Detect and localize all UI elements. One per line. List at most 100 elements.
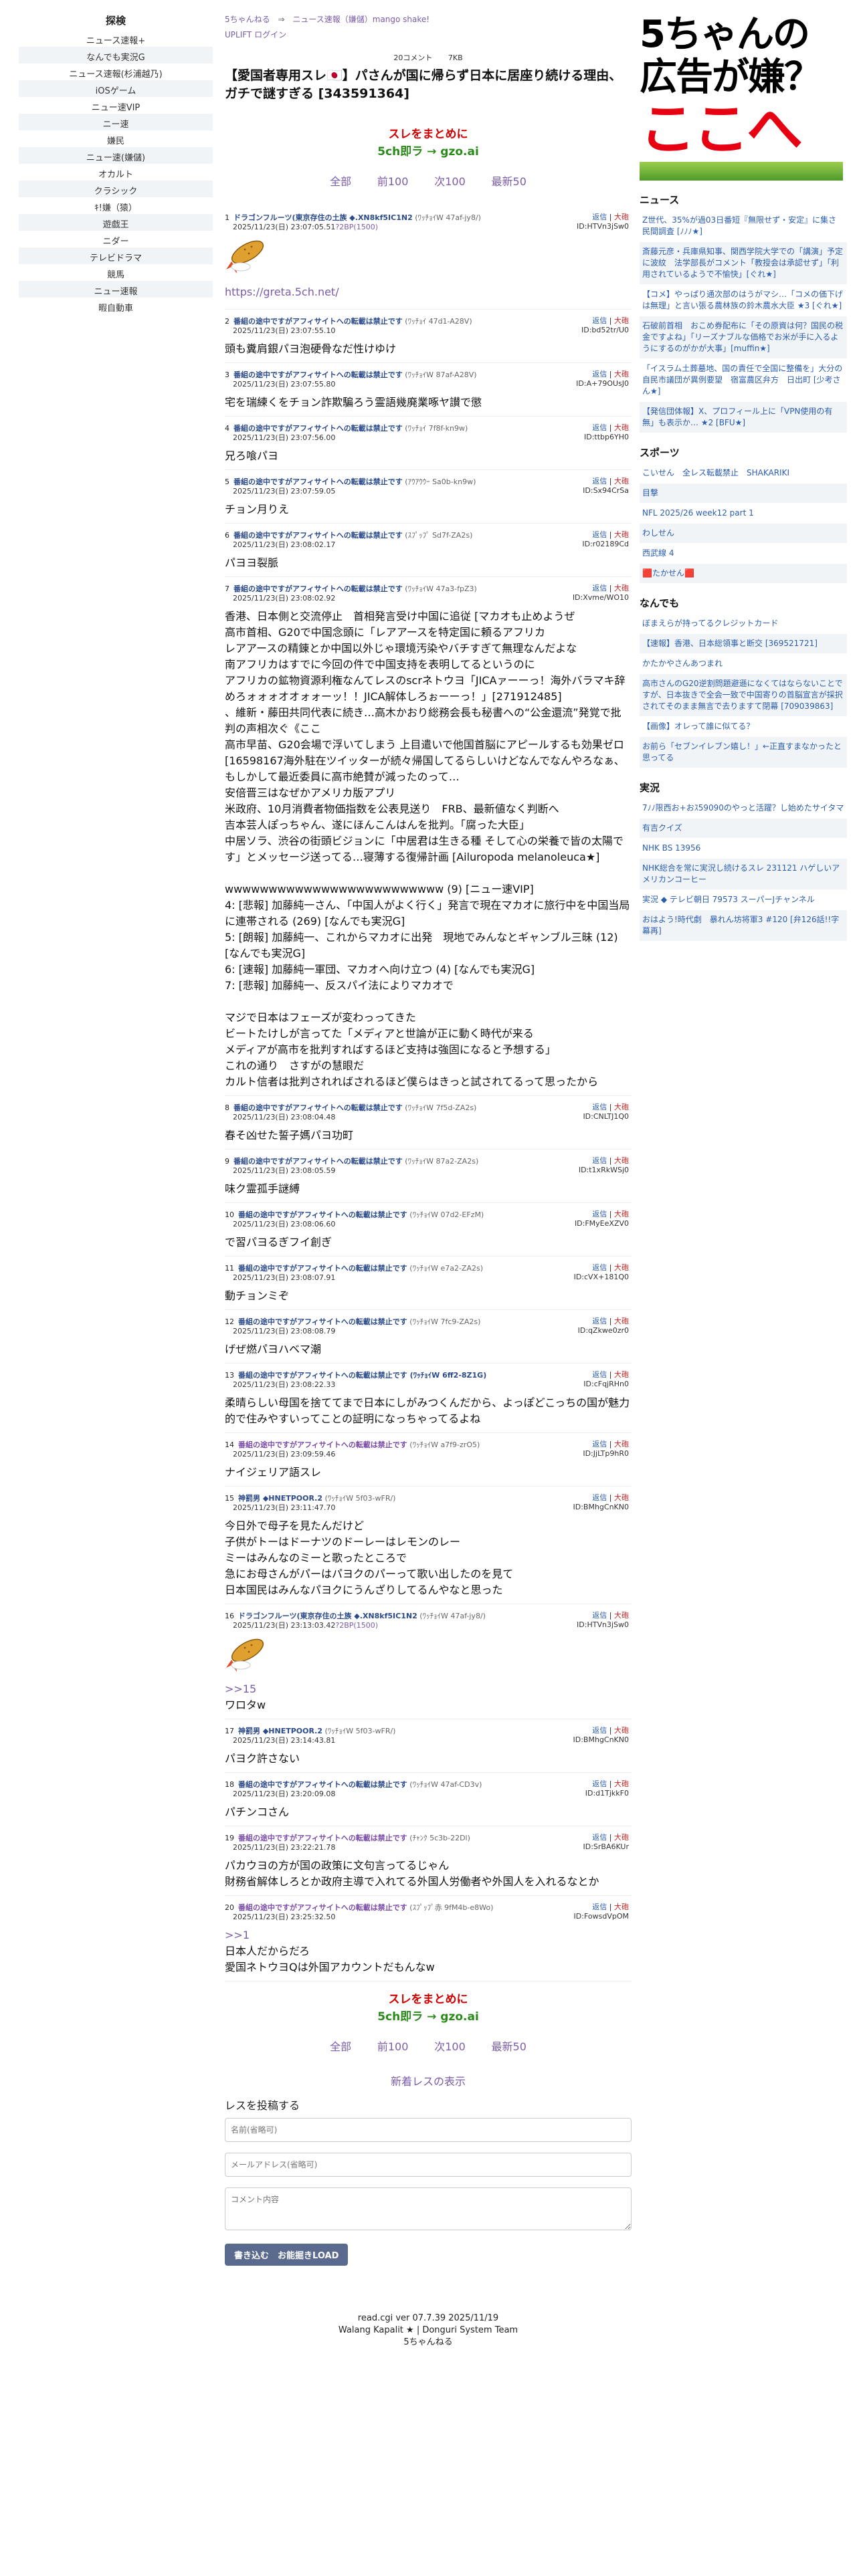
promo-banner-bottom[interactable]: スレをまとめに 5ch即ラ → gzo.ai xyxy=(225,1991,632,2026)
post-number[interactable]: 13 xyxy=(225,1371,234,1380)
post-id[interactable]: ID:cFqjRHn0 xyxy=(583,1380,629,1389)
live-item[interactable]: 有吉クイズ xyxy=(640,819,847,839)
ad-banner[interactable]: 5ちゃんの 広告が嫌？ ここへ xyxy=(640,13,843,181)
live-item[interactable]: おはよう!時代劇 暴れん坊将軍3 #120 [弁126話!!字幕再] xyxy=(640,910,847,942)
big-link[interactable]: 大砲 xyxy=(614,1210,629,1218)
breadcrumb-home-link[interactable]: 5ちゃんねる xyxy=(225,15,270,24)
sidebar-item[interactable]: 嫌民 xyxy=(19,130,213,147)
post-number[interactable]: 2 xyxy=(225,317,229,326)
misc-item[interactable]: ぼまえらが持ってるクレジットカード xyxy=(640,614,847,634)
post-number[interactable]: 1 xyxy=(225,213,229,222)
reply-link[interactable]: 返信 xyxy=(592,1103,607,1111)
pager-next[interactable]: 次100 xyxy=(434,2040,466,2053)
post-number[interactable]: 17 xyxy=(225,1727,234,1735)
sidebar-item[interactable]: ニュー速VIP xyxy=(19,97,213,114)
post-number[interactable]: 14 xyxy=(225,1440,234,1449)
big-link[interactable]: 大砲 xyxy=(614,530,629,539)
promo-line-2[interactable]: 5ch即ラ → gzo.ai xyxy=(225,143,632,160)
sidebar-item[interactable]: テレビドラマ xyxy=(19,247,213,264)
reply-link[interactable]: 返信 xyxy=(592,1156,607,1165)
reply-link[interactable]: 返信 xyxy=(592,530,607,539)
post-id[interactable]: ID:BMhgCnKN0 xyxy=(573,1735,629,1745)
reply-link[interactable]: 返信 xyxy=(592,423,607,432)
post-id[interactable]: ID:t1xRkWSj0 xyxy=(579,1166,629,1175)
big-link[interactable]: 大砲 xyxy=(614,584,629,593)
reply-link[interactable]: 返信 xyxy=(592,1370,607,1379)
sports-item[interactable]: わしせん xyxy=(640,524,847,544)
reply-link[interactable]: 返信 xyxy=(592,1903,607,1911)
reply-link[interactable]: 返信 xyxy=(592,1780,607,1788)
post-number[interactable]: 20 xyxy=(225,1903,234,1912)
promo-banner[interactable]: スレをまとめに 5ch即ラ → gzo.ai xyxy=(225,126,632,160)
big-link[interactable]: 大砲 xyxy=(614,213,629,221)
big-link[interactable]: 大砲 xyxy=(614,1370,629,1379)
post-id[interactable]: ID:qZkwe0zr0 xyxy=(578,1326,629,1335)
big-link[interactable]: 大砲 xyxy=(614,1903,629,1911)
big-link[interactable]: 大砲 xyxy=(614,1726,629,1735)
promo-line-1[interactable]: スレをまとめに xyxy=(225,1991,632,2008)
news-item[interactable]: 【コメ】やっぱり通次部のはうがマシ…「コメの価下げは無理」と言い張る農林族の鈴木… xyxy=(640,285,847,316)
post-number[interactable]: 16 xyxy=(225,1612,234,1620)
post-number[interactable]: 6 xyxy=(225,531,229,540)
sidebar-item[interactable]: ニュース速報(杉浦越乃) xyxy=(19,64,213,80)
sidebar-item[interactable]: ニュース速報+ xyxy=(19,30,213,47)
news-item[interactable]: 「イスラム土葬墓地、国の責任で全国に整備を」大分の自民市議団が異例要望 宿富農区… xyxy=(640,359,847,402)
post-id[interactable]: ID:ttbp6YH0 xyxy=(584,433,629,442)
sports-item[interactable]: 西武線 4 xyxy=(640,544,847,564)
post-id[interactable]: ID:HTVn3jSw0 xyxy=(577,222,629,231)
post-id[interactable]: ID:FowsdVpOM xyxy=(574,1912,629,1921)
big-link[interactable]: 大砲 xyxy=(614,370,629,379)
big-link[interactable]: 大砲 xyxy=(614,316,629,325)
misc-item[interactable]: 【画像】オレって誰に似てる？ xyxy=(640,717,847,737)
sidebar-item[interactable]: ｷ!嫌（猿） xyxy=(19,197,213,214)
sidebar-item[interactable]: 競馬 xyxy=(19,264,213,281)
reply-link[interactable]: 返信 xyxy=(592,1440,607,1448)
live-item[interactable]: NHK BS 13956 xyxy=(640,839,847,859)
reply-link[interactable]: 返信 xyxy=(592,370,607,379)
new-res-link[interactable]: 新着レスの表示 xyxy=(225,2072,632,2088)
big-link[interactable]: 大砲 xyxy=(614,1611,629,1620)
misc-item[interactable]: 【速報】香港、日本総領事と断交 [369521721] xyxy=(640,634,847,654)
sidebar-item[interactable]: オカルト xyxy=(19,164,213,181)
big-link[interactable]: 大砲 xyxy=(614,1156,629,1165)
post-id[interactable]: ID:CNLTJ1Q0 xyxy=(583,1112,629,1121)
misc-item[interactable]: 高市さんのG20逆割問題避遜になくてはならないことですが、日本抜きで全会一致で中… xyxy=(640,674,847,717)
reply-link[interactable]: 返信 xyxy=(592,1611,607,1620)
post-id[interactable]: ID:BMhgCnKN0 xyxy=(573,1503,629,1512)
post-anchor-link[interactable]: >>1 xyxy=(225,1929,250,1941)
big-link[interactable]: 大砲 xyxy=(614,1440,629,1448)
live-item[interactable]: 実況 ◆ テレビ朝日 79573 スーパーJチャンネル xyxy=(640,890,847,910)
post-anchor-link[interactable]: >>15 xyxy=(225,1683,256,1695)
post-id[interactable]: ID:HTVn3jSw0 xyxy=(577,1620,629,1630)
post-id[interactable]: ID:cVX+181Q0 xyxy=(574,1273,629,1282)
sidebar-item[interactable]: 暇自動車 xyxy=(19,298,213,314)
post-number[interactable]: 7 xyxy=(225,584,229,593)
email-input[interactable] xyxy=(225,2153,632,2177)
reply-link[interactable]: 返信 xyxy=(592,316,607,325)
sports-item[interactable]: NFL 2025/26 week12 part 1 xyxy=(640,504,847,524)
promo-line-1[interactable]: スレをまとめに xyxy=(225,126,632,143)
post-number[interactable]: 3 xyxy=(225,370,229,379)
reply-link[interactable]: 返信 xyxy=(592,1210,607,1218)
news-item[interactable]: Z世代、35%が過03日番短『無限せず・安定』に集さ 民間調査 [ﾉﾉﾉ★] xyxy=(640,211,847,242)
sidebar-item[interactable]: iOSゲーム xyxy=(19,80,213,97)
post-number[interactable]: 11 xyxy=(225,1264,234,1273)
reply-link[interactable]: 返信 xyxy=(592,1493,607,1502)
post-number[interactable]: 15 xyxy=(225,1494,234,1503)
post-id[interactable]: ID:SrBA6KUr xyxy=(583,1842,630,1852)
comment-textarea[interactable] xyxy=(225,2187,632,2230)
breadcrumb-board-link[interactable]: ニュース速報（嫌儲）mango shake! xyxy=(292,15,430,24)
post-id[interactable]: ID:Sx94CrSa xyxy=(583,486,629,496)
reply-link[interactable]: 返信 xyxy=(592,477,607,486)
big-link[interactable]: 大砲 xyxy=(614,1780,629,1788)
reply-link[interactable]: 返信 xyxy=(592,1833,607,1842)
post-number[interactable]: 9 xyxy=(225,1157,229,1166)
post-be-link[interactable]: ?2BP(1500) xyxy=(335,223,378,231)
sidebar-item[interactable]: 遊戯王 xyxy=(19,214,213,231)
big-link[interactable]: 大砲 xyxy=(614,1103,629,1111)
news-item[interactable]: 斎藤元彦・兵庫県知事、関西学院大学での「講演」予定に波紋 法学部長がコメント「教… xyxy=(640,242,847,285)
misc-item[interactable]: お前ら「セブンイレブン嬉し！」←正直すまなかったと思ってる xyxy=(640,737,847,768)
sidebar-item[interactable]: ニュー速報 xyxy=(19,281,213,298)
login-link[interactable]: UPLIFT ログイン xyxy=(225,29,632,40)
post-number[interactable]: 12 xyxy=(225,1317,234,1326)
